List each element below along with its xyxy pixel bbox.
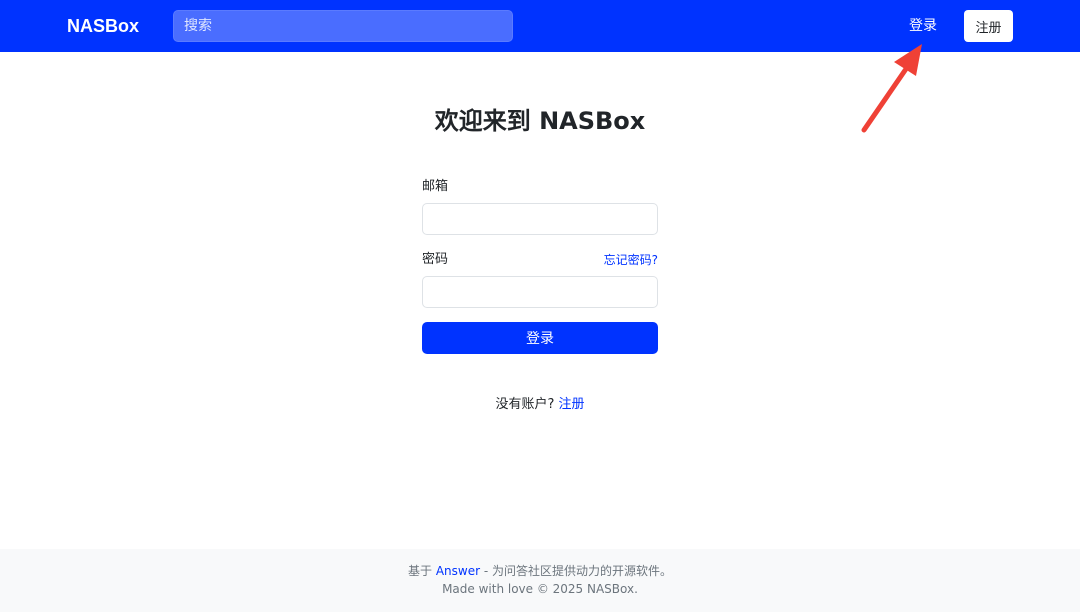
footer-suffix: - 为问答社区提供动力的开源软件。 — [480, 564, 672, 578]
login-page: NASBox 登录 注册 欢迎来到 NASBox 邮箱 密码 忘记密码? 登录 … — [0, 0, 1080, 612]
brand-logo-link[interactable]: NASBox — [67, 14, 139, 38]
register-link[interactable]: 注册 — [559, 397, 585, 412]
nav-register-button[interactable]: 注册 — [964, 10, 1013, 42]
nav-login-link[interactable]: 登录 — [909, 15, 937, 37]
footer-powered-by: 基于 Answer - 为问答社区提供动力的开源软件。 — [0, 563, 1080, 579]
footer-copyright: Made with love © 2025 NASBox. — [442, 582, 638, 596]
forgot-password-link[interactable]: 忘记密码? — [604, 252, 658, 268]
footer-prefix: 基于 — [407, 564, 432, 578]
login-button[interactable]: 登录 — [422, 322, 658, 354]
signup-prompt: 没有账户? 注册 — [0, 396, 1080, 414]
password-label: 密码 — [422, 252, 449, 267]
email-label: 邮箱 — [422, 179, 449, 194]
footer: 基于 Answer - 为问答社区提供动力的开源软件。 Made with lo… — [0, 549, 1080, 612]
answer-link[interactable]: Answer — [436, 564, 480, 578]
no-account-text: 没有账户? — [495, 397, 555, 412]
search-input[interactable] — [173, 10, 513, 42]
password-field[interactable] — [422, 276, 658, 308]
page-title: 欢迎来到 NASBox — [434, 107, 646, 135]
email-field[interactable] — [422, 203, 658, 235]
